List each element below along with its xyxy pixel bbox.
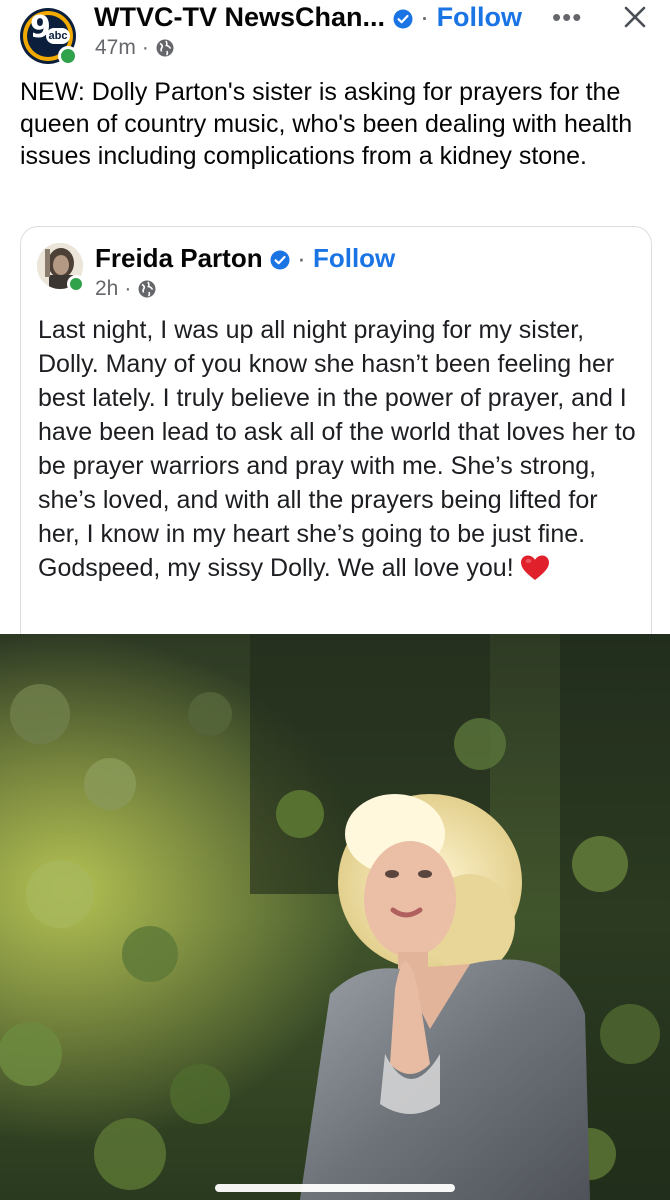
author-name[interactable]: Freida Parton [95, 243, 263, 273]
post-photo[interactable] [0, 634, 670, 1200]
globe-icon [156, 39, 174, 57]
author-name-row: Freida Parton · Follow [95, 243, 395, 274]
verified-badge-icon [393, 9, 413, 29]
shared-post-card[interactable]: Freida Parton · Follow 2h · Last night, … [20, 226, 652, 647]
author-follow-button[interactable]: Follow [313, 243, 395, 273]
separator: · [420, 2, 430, 32]
shared-post-text: Last night, I was up all night praying f… [38, 316, 636, 582]
post-time[interactable]: 47m [95, 36, 136, 60]
separator: · [297, 243, 306, 273]
shared-post-time[interactable]: 2h [95, 277, 118, 301]
shared-post-meta: 2h · [95, 277, 157, 301]
close-icon[interactable] [620, 2, 650, 32]
shared-post-body: Last night, I was up all night praying f… [38, 313, 638, 585]
verified-badge-icon [270, 250, 290, 270]
red-heart-icon [520, 555, 549, 580]
post-body: NEW: Dolly Parton's sister is asking for… [20, 78, 633, 170]
globe-icon [138, 280, 156, 298]
home-indicator[interactable] [215, 1184, 455, 1192]
post-meta: 47m · [95, 36, 175, 60]
separator: · [141, 36, 149, 59]
more-options-icon[interactable]: ••• [552, 2, 582, 33]
separator: · [124, 277, 132, 300]
post-header: 9 abc WTVC-TV NewsChan... · Follow 47m ·… [0, 0, 670, 70]
author-online-dot [67, 275, 85, 293]
logo-network: abc [46, 28, 70, 44]
follow-button[interactable]: Follow [437, 2, 522, 32]
online-status-dot [58, 46, 78, 66]
page-name-row: WTVC-TV NewsChan... · Follow [94, 2, 522, 33]
page-name[interactable]: WTVC-TV NewsChan... [94, 2, 385, 32]
